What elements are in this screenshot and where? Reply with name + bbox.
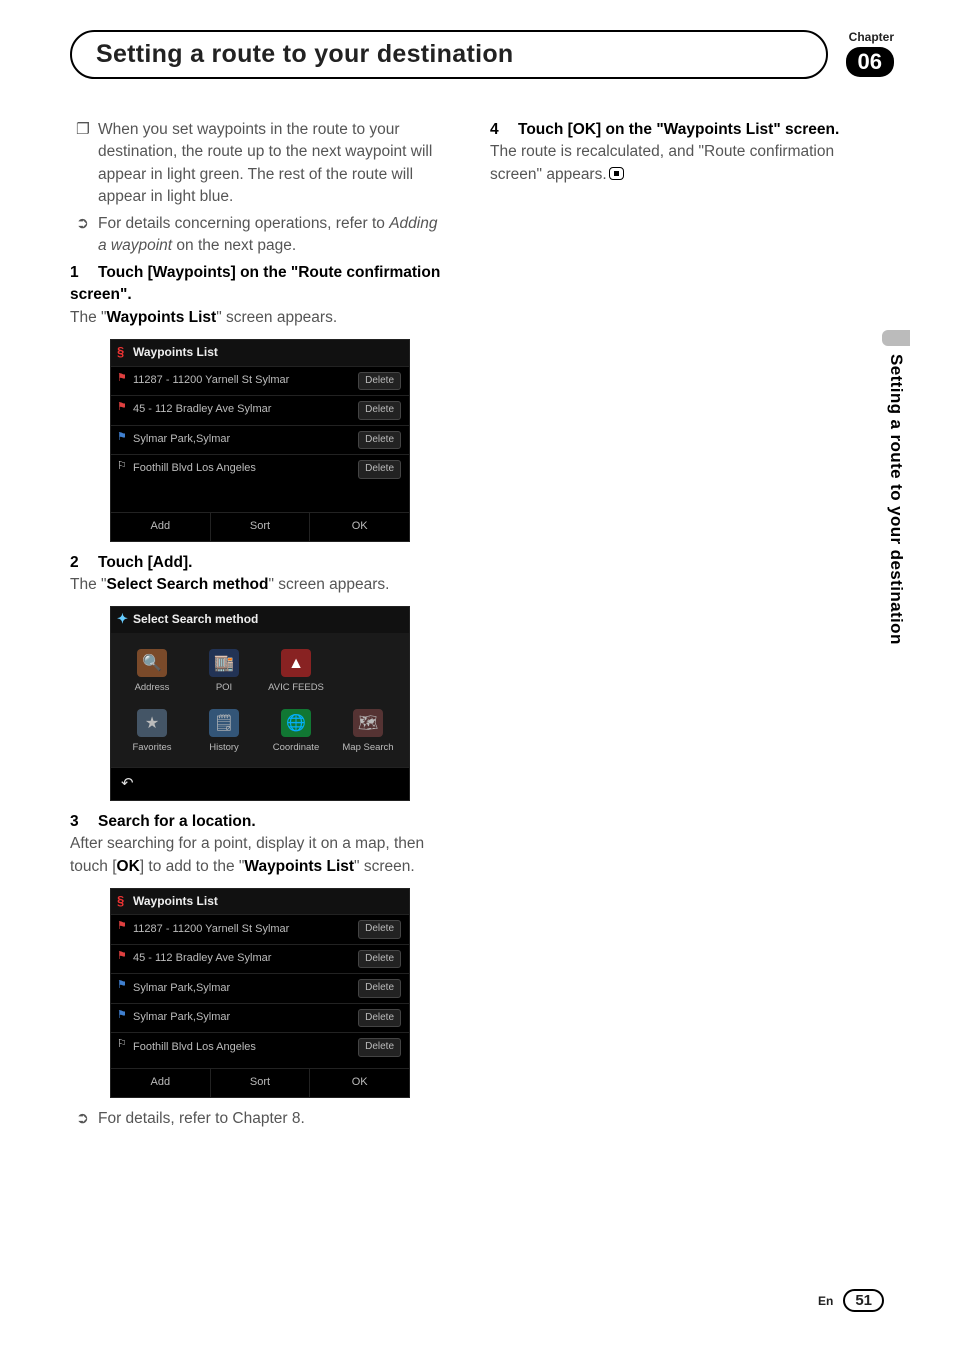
- side-tab-decoration: [882, 330, 910, 346]
- add-button[interactable]: Add: [111, 1069, 211, 1097]
- ss3-row3: Sylmar Park,Sylmar: [133, 1010, 230, 1026]
- chapter-label: Chapter: [846, 30, 894, 44]
- ss3-row1: 45 - 112 Bradley Ave Sylmar: [133, 951, 271, 967]
- step2-heading: Touch [Add].: [98, 554, 192, 571]
- tile-avic-label: AVIC FEEDS: [268, 681, 324, 695]
- flag-icon: ⚑: [117, 430, 127, 446]
- ok-button[interactable]: OK: [310, 1069, 409, 1097]
- reference-text-2: For details, refer to Chapter 8.: [98, 1108, 305, 1130]
- step1-number: 1: [70, 262, 98, 284]
- reference-text: For details concerning operations, refer…: [98, 213, 450, 258]
- back-button[interactable]: ↶: [111, 767, 409, 800]
- delete-button[interactable]: Delete: [358, 950, 401, 969]
- ref-suffix: on the next page.: [172, 237, 296, 254]
- tile-address[interactable]: 🔍Address: [117, 641, 187, 699]
- note-text: When you set waypoints in the route to y…: [98, 119, 450, 209]
- reference-icon: ➲: [76, 1108, 98, 1130]
- flag-icon: ⚑: [117, 1008, 127, 1024]
- tile-poi-label: POI: [216, 681, 232, 695]
- ref-prefix: For details concerning operations, refer…: [98, 215, 389, 232]
- tile-hist-label: History: [209, 741, 239, 755]
- tile-map-search[interactable]: 🗺Map Search: [333, 701, 403, 759]
- ok-button[interactable]: OK: [310, 513, 409, 541]
- step2-number: 2: [70, 552, 98, 574]
- waypoints-list-screenshot-1: § Waypoints List ⚑ 11287 - 11200 Yarnell …: [110, 339, 410, 541]
- search-title-icon: ✦: [117, 610, 128, 629]
- delete-button[interactable]: Delete: [358, 460, 401, 479]
- delete-button[interactable]: Delete: [358, 920, 401, 939]
- flag-icon: ⚑: [117, 371, 127, 387]
- step3-body-mid: ] to add to the ": [140, 858, 245, 875]
- step2-body-bold: Select Search method: [107, 576, 269, 593]
- sort-button[interactable]: Sort: [211, 513, 311, 541]
- footer-page-number: 51: [843, 1289, 884, 1312]
- delete-button[interactable]: Delete: [358, 1038, 401, 1057]
- step4-body: The route is recalculated, and "Route co…: [490, 143, 834, 182]
- step1-body-post: " screen appears.: [216, 309, 337, 326]
- step1-heading: Touch [Waypoints] on the "Route confirma…: [70, 264, 440, 303]
- right-column: 4Touch [OK] on the "Waypoints List" scre…: [490, 119, 870, 1134]
- section-end-icon: [609, 167, 624, 180]
- ss1-row0: 11287 - 11200 Yarnell St Sylmar: [133, 373, 289, 389]
- reference-icon: ➲: [76, 213, 98, 258]
- step3-heading: Search for a location.: [98, 813, 256, 830]
- delete-button[interactable]: Delete: [358, 372, 401, 391]
- delete-button[interactable]: Delete: [358, 979, 401, 998]
- ss3-row2: Sylmar Park,Sylmar: [133, 981, 230, 997]
- flag-icon: ⚐: [117, 1037, 127, 1053]
- tile-poi[interactable]: 🏬POI: [189, 641, 259, 699]
- page-footer: En 51: [818, 1289, 884, 1312]
- delete-button[interactable]: Delete: [358, 1009, 401, 1028]
- add-button[interactable]: Add: [111, 513, 211, 541]
- left-column: ❐ When you set waypoints in the route to…: [70, 119, 450, 1134]
- flag-icon: ⚑: [117, 400, 127, 416]
- tile-empty: [333, 641, 403, 699]
- step3-body-bold2: Waypoints List: [244, 858, 354, 875]
- tile-history[interactable]: 🗒History: [189, 701, 259, 759]
- side-tab: Setting a route to your destination: [886, 354, 906, 645]
- chapter-number: 06: [846, 47, 894, 77]
- select-search-method-screenshot: ✦ Select Search method 🔍Address 🏬POI ▲AV…: [110, 606, 410, 800]
- route-icon: §: [117, 343, 124, 362]
- route-icon: §: [117, 892, 124, 911]
- step1-body-bold: Waypoints List: [107, 309, 217, 326]
- tile-coord-label: Coordinate: [273, 741, 319, 755]
- chapter-block: Chapter 06: [846, 30, 894, 77]
- ss3-row4: Foothill Blvd Los Angeles: [133, 1040, 256, 1056]
- step2-body-post: " screen appears.: [268, 576, 389, 593]
- step3-body-post: " screen.: [354, 858, 415, 875]
- tile-map-label: Map Search: [342, 741, 393, 755]
- ss1-row3: Foothill Blvd Los Angeles: [133, 461, 256, 477]
- waypoints-list-screenshot-2: § Waypoints List ⚑ 11287 - 11200 Yarnell …: [110, 888, 410, 1098]
- tile-favorites[interactable]: ★Favorites: [117, 701, 187, 759]
- flag-icon: ⚑: [117, 949, 127, 965]
- step3-body-bold1: OK: [117, 858, 140, 875]
- ss1-title: Waypoints List: [133, 345, 218, 359]
- step1-body-pre: The ": [70, 309, 107, 326]
- tile-coordinate[interactable]: 🌐Coordinate: [261, 701, 331, 759]
- ss3-title: Waypoints List: [133, 894, 218, 908]
- flag-icon: ⚑: [117, 978, 127, 994]
- note-icon: ❐: [76, 119, 98, 209]
- delete-button[interactable]: Delete: [358, 431, 401, 450]
- ss1-row1: 45 - 112 Bradley Ave Sylmar: [133, 402, 271, 418]
- sort-button[interactable]: Sort: [211, 1069, 311, 1097]
- tile-address-label: Address: [135, 681, 170, 695]
- step4-number: 4: [490, 119, 518, 141]
- flag-icon: ⚐: [117, 459, 127, 475]
- step2-body-pre: The ": [70, 576, 107, 593]
- step4-heading: Touch [OK] on the "Waypoints List" scree…: [518, 121, 839, 138]
- ss1-row2: Sylmar Park,Sylmar: [133, 432, 230, 448]
- step3-number: 3: [70, 811, 98, 833]
- delete-button[interactable]: Delete: [358, 401, 401, 420]
- tile-avic-feeds[interactable]: ▲AVIC FEEDS: [261, 641, 331, 699]
- page-title: Setting a route to your destination: [96, 40, 513, 69]
- page-title-bubble: Setting a route to your destination: [70, 30, 828, 79]
- footer-lang: En: [818, 1294, 833, 1308]
- flag-icon: ⚑: [117, 919, 127, 935]
- ss2-title: Select Search method: [133, 612, 258, 626]
- tile-fav-label: Favorites: [132, 741, 171, 755]
- ss3-row0: 11287 - 11200 Yarnell St Sylmar: [133, 922, 289, 938]
